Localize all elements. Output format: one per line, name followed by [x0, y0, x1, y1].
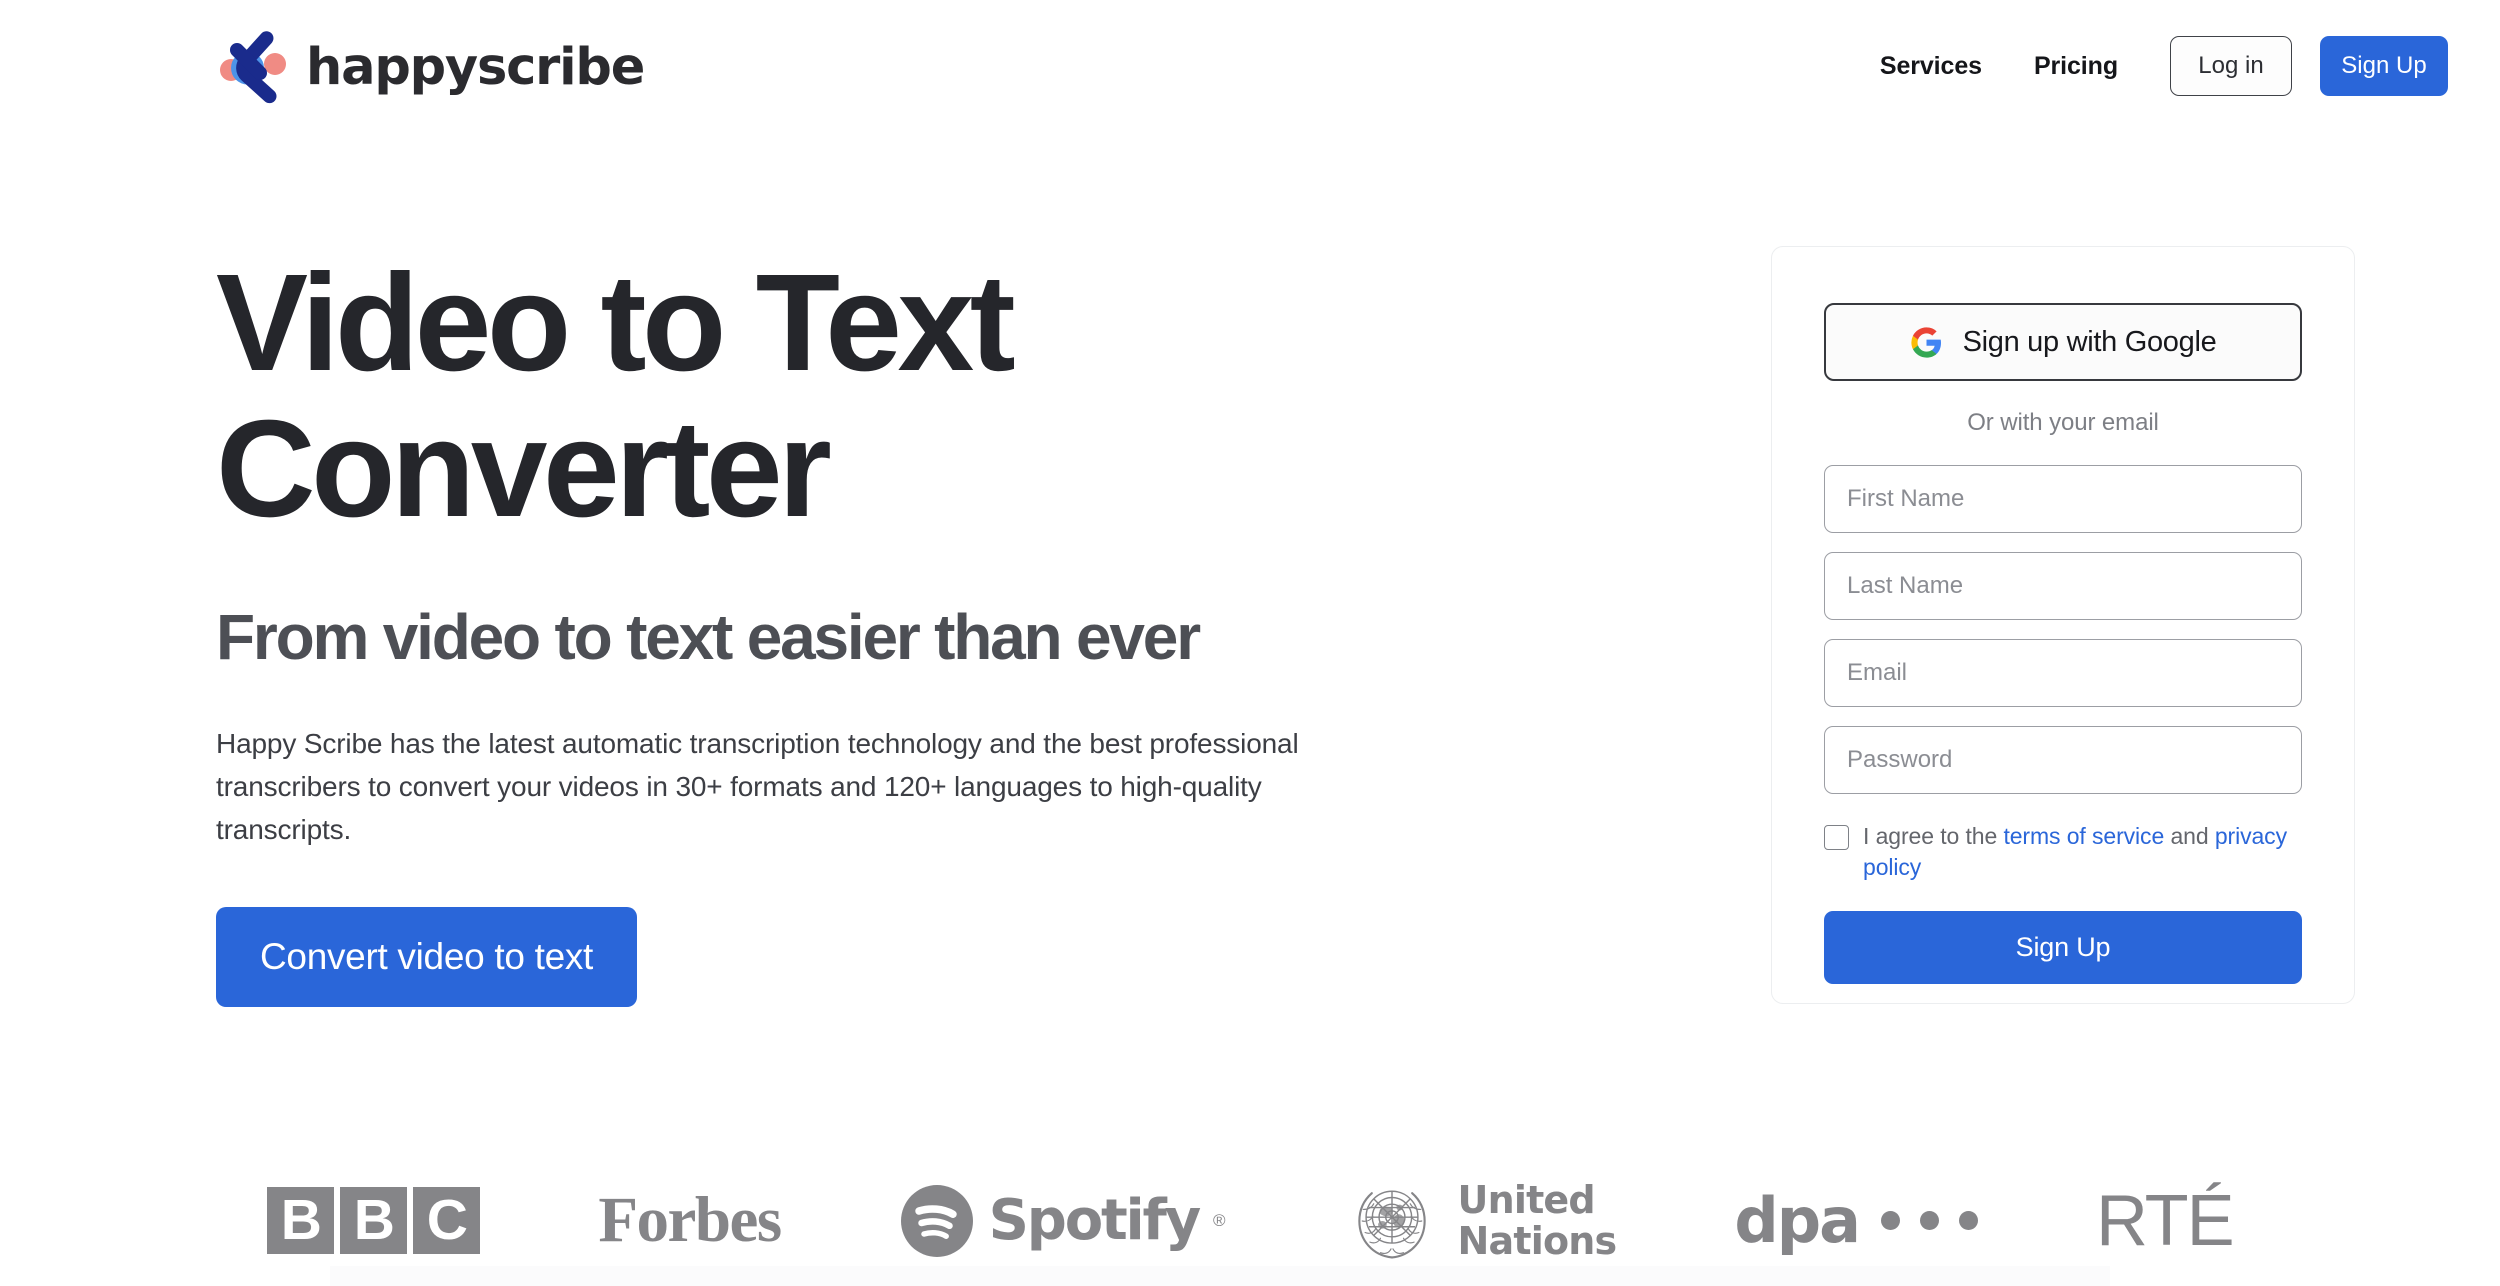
press-logo-united-nations: United Nations — [1344, 1176, 1617, 1266]
nav-link-pricing[interactable]: Pricing — [2034, 42, 2118, 91]
primary-nav: Services Pricing Log in Sign Up — [1880, 36, 2448, 96]
forbes-logo-icon: Forbes — [598, 1184, 782, 1256]
nav-link-services[interactable]: Services — [1880, 42, 1982, 91]
terms-middle: and — [2164, 823, 2215, 849]
press-logo-dpa: dpa — [1734, 1176, 1978, 1266]
un-line-1: United — [1457, 1178, 1596, 1223]
hero-description: Happy Scribe has the latest automatic tr… — [216, 728, 1299, 845]
press-logo-spotify: Spotify ® — [899, 1176, 1226, 1266]
un-line-2: Nations — [1457, 1218, 1618, 1263]
bbc-letter-2: B — [340, 1187, 408, 1254]
convert-video-to-text-button[interactable]: Convert video to text — [216, 907, 638, 1008]
hero-subtitle: From video to text easier than ever — [216, 600, 1201, 673]
brand-wordmark: happyscribe — [306, 37, 645, 97]
page-title: Video to Text Converter — [216, 246, 1016, 547]
dpa-wordmark: dpa — [1734, 1183, 1861, 1257]
first-name-input[interactable] — [1824, 465, 2302, 533]
press-logo-bar: B B C Forbes Spotify ® United Nations dp… — [0, 1155, 2500, 1286]
dpa-dot-1 — [1880, 1211, 1900, 1230]
press-logo-forbes: Forbes — [598, 1176, 782, 1266]
united-nations-wordmark: United Nations — [1457, 1178, 1618, 1263]
google-icon — [1910, 326, 1941, 358]
bbc-letter-3: C — [413, 1187, 481, 1254]
signup-form: I agree to the terms of service and priv… — [1824, 465, 2302, 984]
dpa-dots-icon — [1880, 1211, 1978, 1230]
signup-nav-button[interactable]: Sign Up — [2320, 36, 2448, 96]
press-logo-bbc: B B C — [267, 1176, 481, 1266]
rte-wordmark: RTÉ — [2095, 1180, 2235, 1261]
happyscribe-logo-icon — [220, 31, 286, 104]
terms-checkbox[interactable] — [1824, 825, 1849, 850]
sign-up-with-google-button[interactable]: Sign up with Google — [1824, 303, 2302, 381]
password-input[interactable] — [1824, 726, 2302, 794]
terms-of-service-link[interactable]: terms of service — [2003, 823, 2164, 849]
email-input[interactable] — [1824, 639, 2302, 707]
signup-card: Sign up with Google Or with your email I… — [1771, 246, 2355, 1004]
hero-section: Video to Text Converter From video to te… — [216, 246, 1616, 1008]
bbc-letter-1: B — [267, 1187, 335, 1254]
google-button-label: Sign up with Google — [1962, 325, 2217, 358]
landing-page: happyscribe Services Pricing Log in Sign… — [0, 0, 2500, 1286]
spotify-registered-mark: ® — [1213, 1210, 1226, 1230]
brand-logo[interactable]: happyscribe — [216, 30, 645, 104]
bbc-logo-icon: B B C — [267, 1187, 481, 1254]
login-button[interactable]: Log in — [2170, 36, 2292, 96]
terms-agreement-text: I agree to the terms of service and priv… — [1863, 821, 2302, 883]
site-header: happyscribe Services Pricing Log in Sign… — [0, 0, 2500, 140]
last-name-input[interactable] — [1824, 552, 2302, 620]
united-nations-emblem-icon — [1357, 1190, 1426, 1259]
terms-agreement-row: I agree to the terms of service and priv… — [1824, 821, 2302, 883]
spotify-wordmark: Spotify — [988, 1187, 1202, 1253]
dpa-dot-3 — [1958, 1211, 1978, 1230]
spotify-icon — [900, 1184, 973, 1257]
signup-submit-button[interactable]: Sign Up — [1824, 910, 2302, 984]
email-divider-label: Or with your email — [1967, 409, 2159, 436]
dpa-dot-2 — [1919, 1211, 1939, 1230]
press-logo-rte: RTÉ — [2095, 1176, 2235, 1266]
terms-prefix: I agree to the — [1863, 823, 2004, 849]
